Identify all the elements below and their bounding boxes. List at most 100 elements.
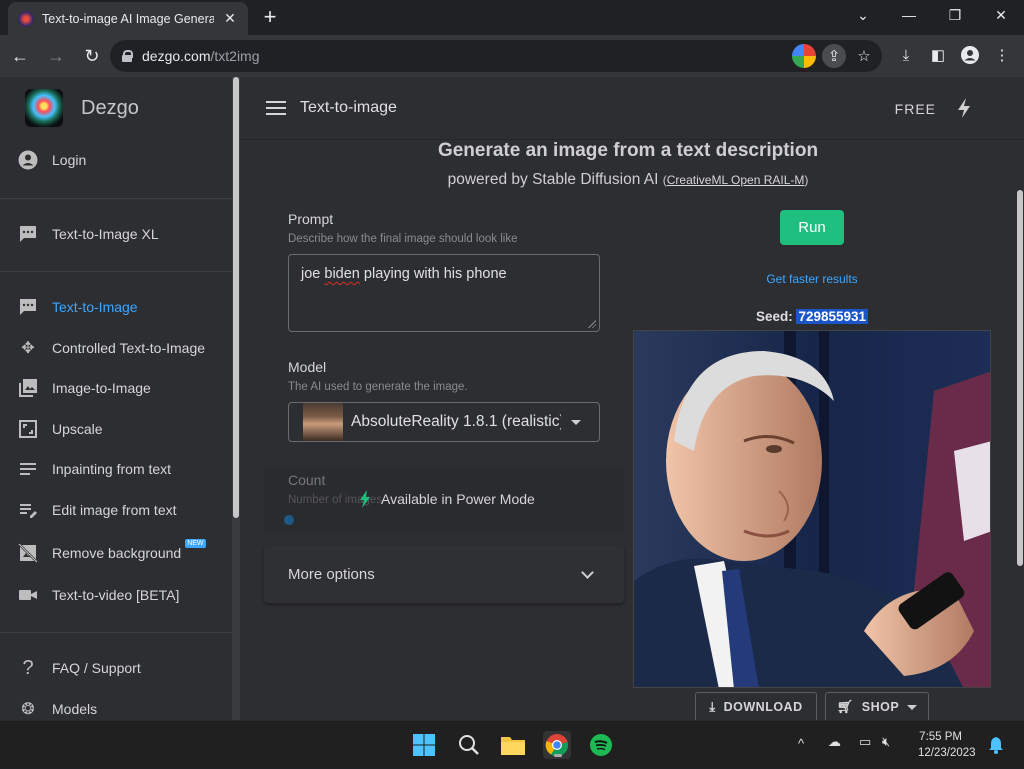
- url-domain: dezgo.com: [142, 48, 211, 64]
- seed-display: Seed: 729855931: [712, 309, 912, 324]
- account-circle-icon: [18, 150, 38, 170]
- sidebar-item-login[interactable]: Login: [0, 142, 232, 178]
- sidebar-scrollbar[interactable]: [232, 77, 240, 720]
- cloud-offline-icon[interactable]: ☁: [828, 734, 841, 750]
- prompt-rest: playing with his phone: [363, 266, 507, 282]
- plan-label[interactable]: FREE: [895, 101, 936, 117]
- sidebar: Dezgo Login Text-to-Image XL Text-to-Ima…: [0, 77, 240, 720]
- power-mode-notice[interactable]: Available in Power Mode: [359, 490, 535, 508]
- hamburger-menu-icon[interactable]: [266, 101, 286, 115]
- system-clock[interactable]: 7:55 PM 12/23/2023: [918, 729, 976, 761]
- faster-results-link[interactable]: Get faster results: [712, 272, 912, 286]
- shop-button[interactable]: 🛒︎ SHOP: [825, 692, 929, 720]
- download-button[interactable]: ⤓ DOWNLOAD: [695, 692, 817, 720]
- main-content: Generate an image from a text descriptio…: [240, 140, 1016, 720]
- question-mark-icon: ?: [22, 656, 34, 679]
- volume-muted-icon[interactable]: 🔇︎: [882, 734, 890, 750]
- sidebar-item-faq[interactable]: ? FAQ / Support: [0, 650, 232, 686]
- chrome-icon[interactable]: [543, 731, 571, 759]
- back-arrow-icon[interactable]: ←: [4, 40, 36, 72]
- sidebar-item-label: Edit image from text: [52, 502, 177, 518]
- app-bar: Text-to-image FREE: [240, 77, 1024, 140]
- minimize-icon[interactable]: —: [886, 0, 932, 30]
- restore-icon[interactable]: ❐: [932, 0, 978, 30]
- more-options-accordion[interactable]: More options: [264, 545, 624, 603]
- side-panel-icon[interactable]: ◧: [924, 41, 952, 69]
- spotify-icon[interactable]: [587, 731, 615, 759]
- sidebar-item-label: Text-to-Image: [52, 299, 138, 315]
- sidebar-item-label: Inpainting from text: [52, 461, 172, 477]
- forward-arrow-icon[interactable]: →: [40, 40, 72, 72]
- sidebar-item-label: Remove backgroundNEW: [52, 539, 206, 561]
- clock-date: 12/23/2023: [918, 747, 976, 759]
- sidebar-divider: [0, 198, 232, 199]
- count-panel: Count Number of images Available in Powe…: [264, 465, 624, 533]
- omnibox-actions: ⇪ ☆: [792, 44, 876, 68]
- browser-right-tools: ⤓ ◧ ⋮: [892, 41, 1016, 69]
- browser-toolbar: ← → ↻ dezgo.com/txt2img ⇪ ☆ ⤓ ◧ ⋮: [0, 35, 1024, 77]
- tray-chevron-up-icon[interactable]: ^: [798, 736, 804, 751]
- prompt-label: Prompt: [288, 211, 334, 227]
- page-title: Text-to-image: [300, 99, 397, 116]
- sidebar-item-remove-background[interactable]: Remove backgroundNEW: [0, 535, 232, 571]
- share-icon[interactable]: ⇪: [822, 44, 846, 68]
- bookmark-star-icon[interactable]: ☆: [852, 44, 876, 68]
- window-controls: ⌄ — ❐ ✕: [840, 0, 1024, 30]
- generated-image[interactable]: [633, 330, 991, 688]
- prompt-word: joe: [301, 266, 321, 282]
- windows-start-icon[interactable]: [410, 731, 438, 759]
- file-explorer-icon[interactable]: [499, 731, 527, 759]
- dezgo-logo: [25, 89, 63, 127]
- license-link[interactable]: CreativeML Open RAIL-M: [667, 173, 805, 187]
- sidebar-item-inpainting[interactable]: Inpainting from text: [0, 451, 232, 487]
- sidebar-divider: [0, 271, 232, 272]
- address-bar[interactable]: dezgo.com/txt2img ⇪ ☆: [110, 40, 882, 72]
- sidebar-item-label: Image-to-Image: [52, 380, 151, 396]
- profile-icon[interactable]: [956, 41, 984, 69]
- network-icon[interactable]: ▭: [859, 734, 871, 750]
- brand[interactable]: Dezgo: [25, 89, 139, 127]
- sidebar-item-label: Upscale: [52, 421, 103, 437]
- close-window-icon[interactable]: ✕: [978, 0, 1024, 30]
- brand-name: Dezgo: [81, 96, 139, 119]
- lock-icon[interactable]: [122, 50, 133, 62]
- model-dropdown[interactable]: AbsoluteReality 1.8.1 (realistic): [288, 402, 600, 442]
- new-tab-plus-icon[interactable]: +: [258, 5, 282, 29]
- reload-icon[interactable]: ↻: [76, 40, 108, 72]
- tab-search-chevron-icon[interactable]: ⌄: [840, 0, 886, 30]
- run-button[interactable]: Run: [780, 210, 844, 245]
- lightning-bolt-icon[interactable]: [954, 97, 974, 119]
- sidebar-item-upscale[interactable]: Upscale: [0, 411, 232, 447]
- url-text[interactable]: dezgo.com/txt2img: [142, 48, 260, 64]
- seed-value[interactable]: 729855931: [796, 309, 869, 324]
- browser-tab[interactable]: Text-to-image AI Image Generato ✕: [8, 2, 248, 35]
- sidebar-item-text-to-image-xl[interactable]: Text-to-Image XL: [0, 216, 232, 252]
- sidebar-item-controlled-text-to-image[interactable]: ✥ Controlled Text-to-Image: [0, 330, 232, 366]
- webpage: Dezgo Login Text-to-Image XL Text-to-Ima…: [0, 77, 1024, 720]
- download-icon: ⤓: [709, 699, 716, 714]
- sidebar-item-image-to-image[interactable]: Image-to-Image: [0, 370, 232, 406]
- sidebar-item-edit-image[interactable]: Edit image from text: [0, 492, 232, 528]
- menu-kebab-icon[interactable]: ⋮: [988, 41, 1016, 69]
- sidebar-item-text-to-image[interactable]: Text-to-Image: [0, 289, 232, 325]
- prompt-textarea[interactable]: joe biden playing with his phone: [288, 254, 600, 332]
- sidebar-scrollbar-thumb[interactable]: [233, 77, 239, 518]
- prompt-misspelled-word: biden: [324, 266, 360, 282]
- main-scrollbar[interactable]: [1016, 140, 1024, 720]
- download-icon[interactable]: ⤓: [892, 41, 920, 69]
- sidebar-item-models[interactable]: ❂ Models: [0, 691, 232, 720]
- main-scrollbar-thumb[interactable]: [1017, 190, 1023, 566]
- notification-bell-icon[interactable]: [984, 733, 1008, 757]
- sidebar-item-text-to-video[interactable]: Text-to-video [BETA]: [0, 577, 232, 613]
- sidebar-item-label: Login: [52, 152, 87, 168]
- resize-handle[interactable]: [587, 319, 596, 328]
- search-icon[interactable]: [455, 731, 483, 759]
- close-tab-icon[interactable]: ✕: [222, 10, 238, 27]
- power-mode-text: Available in Power Mode: [381, 491, 535, 507]
- count-slider-thumb: [284, 515, 294, 525]
- google-lens-icon[interactable]: [792, 44, 816, 68]
- prompt-hint: Describe how the final image should look…: [288, 233, 518, 245]
- clock-time: 7:55 PM: [919, 731, 962, 743]
- subheadline-text: powered by Stable Diffusion AI: [447, 171, 659, 188]
- lightning-bolt-icon: [360, 490, 370, 508]
